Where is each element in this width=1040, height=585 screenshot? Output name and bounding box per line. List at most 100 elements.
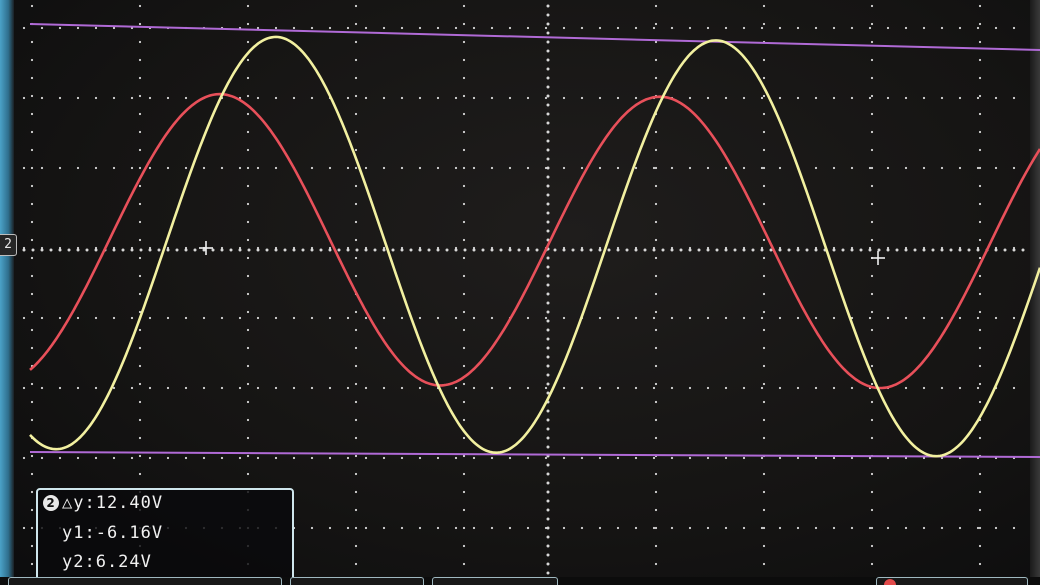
grid-dot: [978, 526, 982, 530]
grid-dot: [762, 166, 766, 170]
grid-dot: [462, 328, 466, 332]
grid-dot: [886, 248, 890, 252]
grid-dot: [238, 316, 242, 320]
grid-dot: [762, 364, 766, 368]
grid-dot: [654, 508, 658, 512]
grid-dot: [870, 274, 874, 278]
grid-dot: [742, 248, 746, 252]
grid-dot: [546, 139, 550, 143]
grid-dot: [490, 166, 494, 170]
grid-dot: [499, 248, 503, 252]
grid-dot: [508, 386, 512, 390]
grid-dot: [1012, 96, 1016, 100]
grid-dot: [30, 238, 34, 242]
grid-dot: [112, 26, 116, 30]
grid-dot: [310, 166, 314, 170]
grid-dot: [400, 386, 404, 390]
grid-dot: [654, 544, 658, 548]
grid-dot: [202, 166, 206, 170]
grid-dot: [138, 130, 142, 134]
grid-dot: [354, 436, 358, 440]
grid-dot: [418, 96, 422, 100]
grid-dot: [778, 26, 782, 30]
grid-dot: [688, 526, 692, 530]
cursor-line-y1[interactable]: [29, 451, 1040, 458]
grid-dot: [913, 248, 917, 252]
grid-dot: [462, 202, 466, 206]
grid-dot: [211, 248, 215, 252]
grid-dot: [654, 346, 658, 350]
grid-dot: [598, 386, 602, 390]
grid-dot: [562, 26, 566, 30]
grid-dot: [546, 49, 550, 53]
grid-dot: [634, 26, 638, 30]
grid-dot: [546, 193, 550, 197]
grid-dot: [652, 26, 656, 30]
grid-dot: [580, 26, 584, 30]
grid-dot: [762, 382, 766, 386]
grid-dot: [346, 26, 350, 30]
grid-dot: [30, 382, 34, 386]
grid-dot: [760, 166, 764, 170]
grid-dot: [546, 418, 550, 422]
grid-dot: [436, 316, 440, 320]
grid-dot: [654, 130, 658, 134]
grid-dot: [292, 96, 296, 100]
grid-dot: [904, 248, 908, 252]
grid-dot: [978, 472, 982, 476]
grid-dot: [472, 316, 476, 320]
grid-dot: [562, 96, 566, 100]
grid-dot: [654, 166, 658, 170]
status-cell-timebase: [290, 577, 424, 585]
grid-dot: [526, 456, 530, 460]
grid-dot: [138, 202, 142, 206]
grid-dot: [1012, 526, 1016, 530]
grid-dot: [580, 386, 584, 390]
grid-dot: [814, 26, 818, 30]
grid-dot: [654, 148, 658, 152]
grid-dot: [762, 562, 766, 566]
grid-dot: [796, 316, 800, 320]
grid-dot: [246, 238, 250, 242]
grid-dot: [67, 248, 71, 252]
grid-dot: [292, 456, 296, 460]
grid-dot: [30, 292, 34, 296]
grid-dot: [652, 248, 656, 252]
grid-dot: [994, 248, 998, 252]
grid-dot: [546, 562, 550, 566]
grid-dot: [472, 386, 476, 390]
grid-dot: [238, 386, 242, 390]
grid-dot: [870, 22, 874, 26]
grid-dot: [508, 526, 512, 530]
grid-dot: [202, 248, 206, 252]
grid-dot: [364, 316, 368, 320]
grid-dot: [868, 96, 872, 100]
grid-dot: [76, 456, 80, 460]
grid-dot: [546, 301, 550, 305]
grid-dot: [870, 202, 874, 206]
grid-dot: [462, 274, 466, 278]
grid-dot: [490, 456, 494, 460]
grid-dot: [535, 248, 539, 252]
grid-dot: [256, 166, 260, 170]
grid-dot: [994, 166, 998, 170]
channel-2-marker-icon[interactable]: 2: [0, 234, 17, 256]
grid-dot: [462, 76, 466, 80]
grid-dot: [546, 283, 550, 287]
grid-dot: [706, 248, 710, 252]
grid-dot: [58, 248, 62, 252]
grid-dot: [978, 4, 982, 8]
grid-dot: [670, 456, 674, 460]
grid-dot: [778, 96, 782, 100]
grid-dot: [958, 316, 962, 320]
grid-dot: [138, 148, 142, 152]
grid-dot: [654, 382, 658, 386]
grid-dot: [454, 386, 458, 390]
grid-dot: [328, 386, 332, 390]
grid-dot: [246, 94, 250, 98]
grid-dot: [445, 248, 449, 252]
grid-dot: [922, 386, 926, 390]
grid-dot: [706, 526, 710, 530]
grid-dot: [462, 40, 466, 44]
grid-dot: [462, 166, 466, 170]
